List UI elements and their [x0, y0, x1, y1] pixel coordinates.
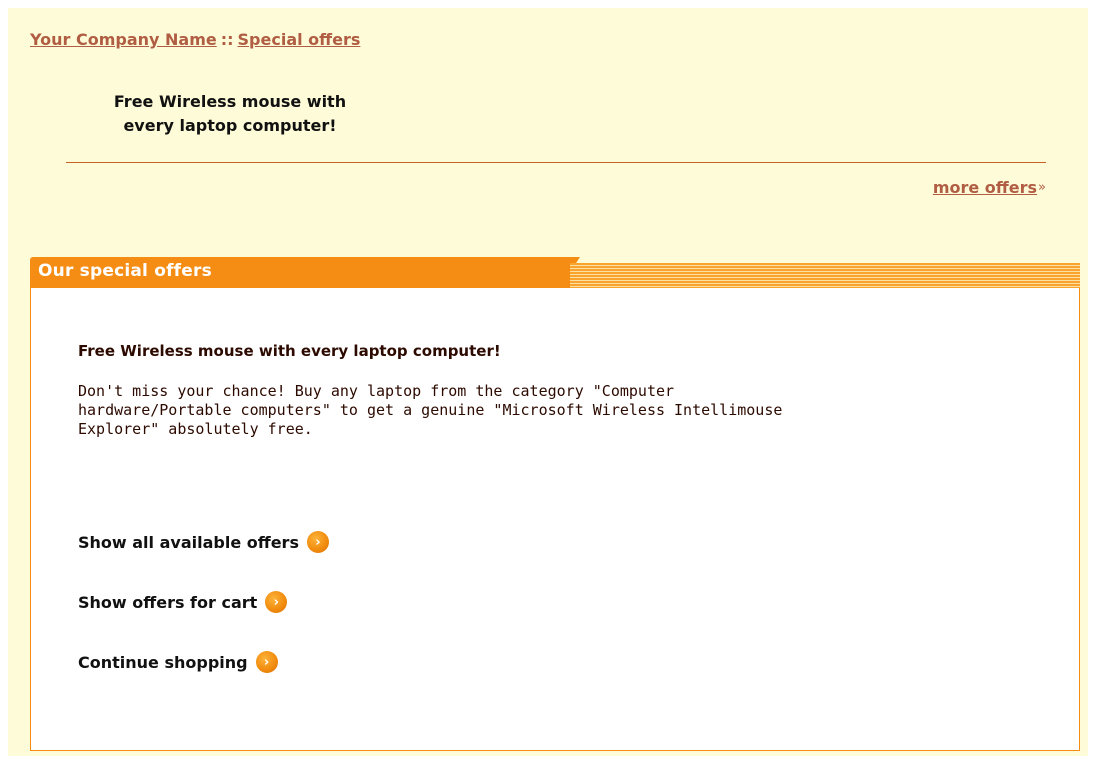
- offer-description-line-1: Don't miss your chance! Buy any laptop f…: [78, 382, 675, 400]
- box-body: Free Wireless mouse with every laptop co…: [30, 288, 1080, 751]
- double-chevron-right-icon: »: [1038, 180, 1046, 195]
- more-offers-link[interactable]: more offers: [933, 178, 1037, 197]
- show-offers-for-cart-label: Show offers for cart: [78, 592, 258, 612]
- offer-description-line-2: hardware/Portable computers" to get a ge…: [78, 401, 783, 419]
- continue-shopping-label: Continue shopping: [78, 652, 248, 672]
- chevron-right-icon[interactable]: ›: [306, 531, 329, 553]
- show-all-offers-button[interactable]: Show all available offers ›: [78, 531, 329, 553]
- chevron-right-icon[interactable]: ›: [255, 651, 278, 673]
- breadcrumb: Your Company Name:: Special offers: [30, 30, 360, 49]
- breadcrumb-special-offers-link[interactable]: Special offers: [238, 30, 361, 49]
- show-all-offers-label: Show all available offers: [78, 532, 299, 552]
- box-header: Our special offers: [30, 257, 1080, 288]
- box-header-stripes: [570, 263, 1080, 288]
- box-title: Our special offers: [38, 261, 212, 281]
- continue-shopping-button[interactable]: Continue shopping ›: [78, 651, 278, 673]
- offer-title: Free Wireless mouse with every laptop co…: [78, 342, 501, 360]
- page-background: Your Company Name:: Special offers Free W…: [8, 8, 1088, 756]
- special-offers-box: Our special offers Free Wireless mouse w…: [30, 257, 1080, 751]
- promo-text: Free Wireless mouse with every laptop co…: [80, 90, 380, 138]
- offer-description: Don't miss your chance! Buy any laptop f…: [78, 382, 1018, 439]
- more-offers: more offers»: [933, 178, 1046, 197]
- chevron-right-icon[interactable]: ›: [265, 591, 288, 613]
- breadcrumb-separator: ::: [220, 30, 234, 49]
- promo-line-2: every laptop computer!: [123, 116, 337, 135]
- promo-line-1: Free Wireless mouse with: [113, 92, 347, 111]
- breadcrumb-company-link[interactable]: Your Company Name: [30, 30, 217, 49]
- show-offers-for-cart-button[interactable]: Show offers for cart ›: [78, 591, 288, 613]
- offer-description-line-3: Explorer" absolutely free.: [78, 420, 313, 438]
- divider: [66, 162, 1046, 163]
